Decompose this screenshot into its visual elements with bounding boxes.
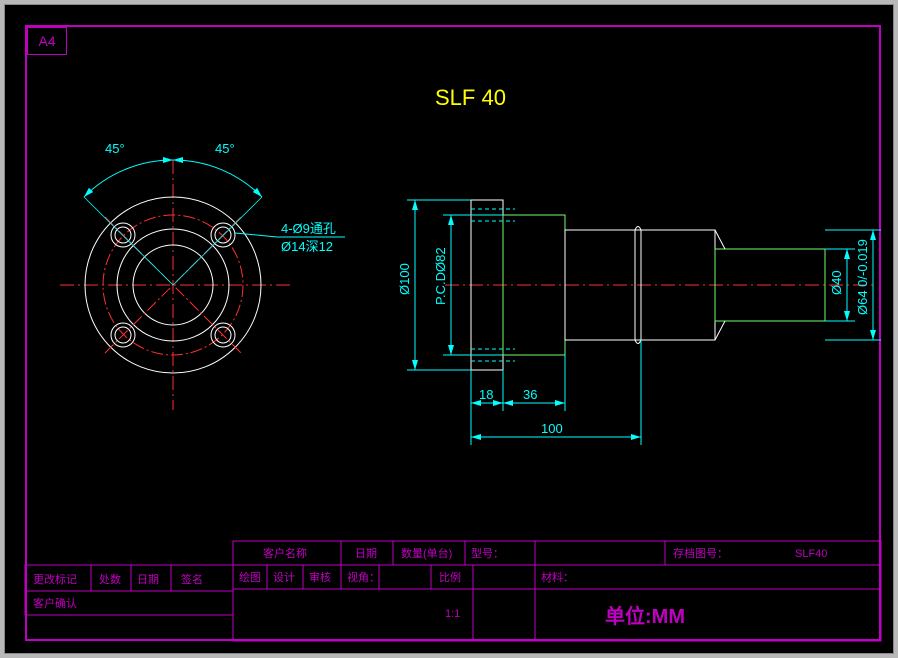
- archive-number: SLF40: [795, 548, 827, 560]
- angle-left: 45°: [105, 141, 125, 156]
- svg-text:签名: 签名: [181, 572, 203, 586]
- svg-text:比例: 比例: [439, 570, 461, 584]
- cbore-spec: Ø14深12: [281, 239, 333, 254]
- dim-l36: 36: [523, 387, 537, 402]
- svg-text:存档图号：: 存档图号：: [673, 546, 728, 560]
- titleblock: 客户名称 日期 数量(单台) 型号： 存档图号： SLF40 绘图 设计 审核 …: [25, 541, 881, 641]
- svg-text:设计: 设计: [273, 571, 295, 584]
- dim-l100: 100: [541, 421, 563, 436]
- svg-text:日期: 日期: [355, 547, 377, 560]
- svg-text:绘图: 绘图: [239, 570, 261, 584]
- svg-text:数量(单台): 数量(单台): [401, 546, 452, 560]
- dim-d100: Ø100: [397, 263, 412, 295]
- svg-text:材料：: 材料：: [541, 570, 574, 584]
- side-view: Ø100 P.C.DØ82 Ø40 Ø64 0/-0.019 18 36: [397, 200, 881, 445]
- svg-text:处数: 处数: [99, 573, 121, 586]
- svg-text:审核: 审核: [309, 570, 331, 584]
- cad-drawing: 45° 45° 4-Ø9通孔 Ø14深12: [5, 5, 893, 653]
- dim-pcd: P.C.DØ82: [433, 247, 448, 305]
- dim-l18: 18: [479, 387, 493, 402]
- svg-text:日期: 日期: [137, 573, 159, 586]
- front-view: 45° 45° 4-Ø9通孔 Ø14深12: [60, 141, 345, 410]
- hole-spec: 4-Ø9通孔: [281, 221, 336, 236]
- svg-text:客户确认: 客户确认: [33, 596, 77, 610]
- dim-d64: Ø64 0/-0.019: [855, 239, 870, 315]
- unit-label: 单位:MM: [605, 604, 685, 628]
- svg-text:型号：: 型号：: [471, 546, 504, 560]
- svg-text:客户名称: 客户名称: [263, 546, 307, 560]
- dim-d40: Ø40: [829, 270, 844, 295]
- svg-text:1:1: 1:1: [445, 608, 460, 620]
- svg-text:视角：: 视角：: [347, 570, 380, 584]
- svg-text:更改标记: 更改标记: [33, 572, 77, 586]
- angle-right: 45°: [215, 141, 235, 156]
